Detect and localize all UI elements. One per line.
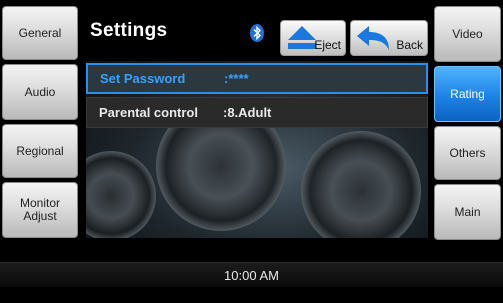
nav-audio-button[interactable]: Audio — [2, 64, 78, 120]
eject-label: Eject — [314, 38, 341, 52]
parental-control-row[interactable]: Parental control :8.Adult — [86, 97, 428, 128]
nav-main-label: Main — [454, 204, 481, 219]
speaker-background-image — [86, 151, 156, 238]
set-password-row[interactable]: Set Password :**** — [86, 63, 428, 94]
eject-button[interactable]: Eject — [280, 20, 346, 56]
eject-icon — [288, 26, 316, 49]
settings-list: Set Password :**** Parental control :8.A… — [86, 61, 428, 238]
nav-video-label: Video — [452, 26, 483, 41]
nav-rating-label: Rating — [450, 86, 485, 101]
back-arrow-icon — [357, 26, 389, 50]
nav-regional-label: Regional — [16, 143, 64, 158]
parental-control-label: Parental control — [99, 105, 198, 120]
nav-main-button[interactable]: Main — [434, 184, 501, 240]
bluetooth-icon — [250, 24, 264, 42]
nav-monitor-adjust-label: Monitor Adjust — [19, 196, 60, 223]
nav-general-label: General — [18, 25, 62, 40]
status-bar: 10:00 AM — [0, 262, 503, 287]
nav-video-button[interactable]: Video — [434, 6, 501, 62]
nav-general-button[interactable]: General — [2, 6, 78, 60]
speaker-background-image — [301, 131, 421, 238]
page-title: Settings — [90, 20, 168, 41]
back-label: Back — [396, 38, 423, 52]
nav-monitor-adjust-button[interactable]: Monitor Adjust — [2, 182, 78, 238]
nav-others-button[interactable]: Others — [434, 126, 501, 180]
nav-audio-label: Audio — [24, 84, 56, 99]
set-password-label: Set Password — [100, 71, 186, 86]
parental-control-value: :8.Adult — [223, 105, 272, 120]
back-button[interactable]: Back — [350, 20, 428, 56]
nav-others-label: Others — [449, 145, 486, 160]
set-password-value: :**** — [224, 71, 249, 86]
nav-regional-button[interactable]: Regional — [2, 124, 78, 178]
header: Settings Eject Back — [82, 6, 430, 58]
clock-time: 10:00 AM — [224, 267, 279, 283]
nav-rating-button[interactable]: Rating — [434, 66, 501, 122]
